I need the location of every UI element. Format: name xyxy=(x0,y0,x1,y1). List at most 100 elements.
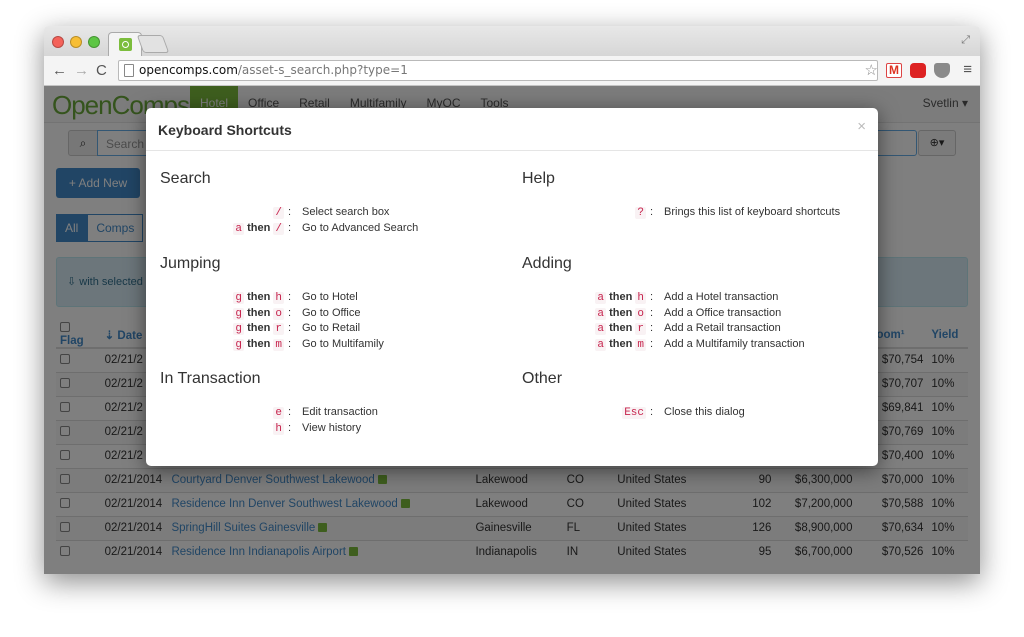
separator: : xyxy=(650,306,654,319)
key-code: ? xyxy=(635,207,646,219)
key-code: g xyxy=(233,307,245,320)
section-search: Search /: Select search box a then /: Go to … xyxy=(160,170,418,237)
shortcut-description: Go to Retail xyxy=(302,322,361,334)
page-icon xyxy=(124,64,134,77)
zoom-window-button[interactable] xyxy=(88,36,100,48)
key-code: h xyxy=(273,292,284,304)
shortcut-description: Go to Office xyxy=(302,306,361,319)
shortcut-description: Edit transaction xyxy=(302,406,378,418)
shortcut-keys: a then r xyxy=(522,322,650,338)
then-label: then xyxy=(247,337,271,350)
key-code: Esc xyxy=(622,407,646,419)
keyboard-shortcuts-dialog: Keyboard Shortcuts × Search /: Select sear… xyxy=(146,108,878,466)
browser-menu-icon[interactable]: ≡ xyxy=(963,61,972,78)
shortcut-keys: a then o xyxy=(522,307,650,323)
section-in-transaction: In Transaction e: Edit transaction h: View h… xyxy=(160,370,378,437)
shortcut-description: Go to Advanced Search xyxy=(302,221,419,234)
section-title: Search xyxy=(160,170,211,187)
shortcut-row: ?: Brings this list of keyboard shortcuts xyxy=(522,206,840,222)
shortcut-row: a then /: Go to Advanced Search xyxy=(160,222,418,238)
close-icon[interactable]: × xyxy=(857,118,866,135)
shortcut-description: Add a Hotel transaction xyxy=(664,291,779,303)
then-label: then xyxy=(609,337,633,350)
shortcut-description: View history xyxy=(302,421,362,434)
section-jumping: Jumping g then h: Go to Hotel g then o: Go t… xyxy=(160,255,384,353)
separator: : xyxy=(288,291,292,303)
separator: : xyxy=(650,406,654,418)
then-label: then xyxy=(609,322,633,334)
modal-title: Keyboard Shortcuts xyxy=(158,122,292,138)
key-code: h xyxy=(273,422,284,435)
url-host: opencomps.com xyxy=(139,63,238,77)
separator: : xyxy=(650,337,654,350)
forward-icon[interactable]: → xyxy=(74,62,89,79)
shortcut-keys: / xyxy=(160,206,288,222)
key-code: / xyxy=(273,222,284,235)
shortcut-keys: a then h xyxy=(522,291,650,307)
separator: : xyxy=(288,421,292,434)
then-label: then xyxy=(247,221,271,234)
key-code: e xyxy=(273,407,284,419)
key-code: a xyxy=(595,292,607,304)
shortcut-row: a then m: Add a Multifamily transaction xyxy=(522,338,805,354)
pocket-extension-icon[interactable] xyxy=(934,63,950,78)
shortcut-row: g then o: Go to Office xyxy=(160,307,384,323)
key-code: m xyxy=(635,338,646,351)
separator: : xyxy=(288,337,292,350)
section-help: Help?: Brings this list of keyboard short… xyxy=(522,170,840,222)
url-path: /asset-s_search.php?type=1 xyxy=(237,63,408,77)
shortcut-keys: g then h xyxy=(160,291,288,307)
shortcut-description: Select search box xyxy=(302,206,390,218)
section-title: Jumping xyxy=(160,255,221,272)
section-title: In Transaction xyxy=(160,370,261,387)
section-title: Other xyxy=(522,370,563,387)
key-code: / xyxy=(273,207,284,219)
bookmark-star-icon[interactable]: ☆ xyxy=(865,61,878,79)
separator: : xyxy=(650,206,654,218)
shortcut-row: g then m: Go to Multifamily xyxy=(160,338,384,354)
red-extension-icon[interactable] xyxy=(910,63,926,78)
modal-header: Keyboard Shortcuts × xyxy=(146,108,878,151)
key-code: h xyxy=(635,292,646,304)
back-icon[interactable]: ← xyxy=(52,62,67,79)
separator: : xyxy=(650,291,654,303)
key-code: a xyxy=(595,307,607,320)
fullscreen-icon[interactable]: ⤢ xyxy=(961,34,970,47)
shortcut-keys: Esc xyxy=(522,406,650,422)
shortcut-keys: g then o xyxy=(160,307,288,323)
new-tab-button[interactable] xyxy=(136,35,170,53)
minimize-window-button[interactable] xyxy=(70,36,82,48)
key-code: m xyxy=(273,338,284,351)
shortcut-description: Add a Office transaction xyxy=(664,306,782,319)
separator: : xyxy=(288,206,292,218)
reload-icon[interactable]: C xyxy=(96,62,107,79)
shortcut-row: a then r: Add a Retail transaction xyxy=(522,322,805,338)
key-code: a xyxy=(233,222,245,235)
shortcut-description: Brings this list of keyboard shortcuts xyxy=(664,206,841,218)
shortcut-keys: e xyxy=(160,406,288,422)
shortcut-keys: ? xyxy=(522,206,650,222)
shortcut-row: a then h: Add a Hotel transaction xyxy=(522,291,805,307)
shortcut-description: Go to Multifamily xyxy=(302,337,384,350)
separator: : xyxy=(288,322,292,334)
key-code: o xyxy=(635,307,646,320)
shortcut-keys: g then m xyxy=(160,338,288,354)
title-bar: ⤢ xyxy=(44,26,980,56)
then-label: then xyxy=(609,306,633,319)
gmail-extension-icon[interactable] xyxy=(886,63,902,78)
section-adding: Adding a then h: Add a Hotel transaction a … xyxy=(522,255,805,353)
shortcut-keys: a then m xyxy=(522,338,650,354)
shortcut-description: Go to Hotel xyxy=(302,291,358,303)
section-title: Adding xyxy=(522,255,572,272)
section-other: Other Esc: Close this dialog xyxy=(522,370,745,422)
shortcut-row: g then h: Go to Hotel xyxy=(160,291,384,307)
url-bar[interactable]: opencomps.com/asset-s_search.php?type=1 xyxy=(118,60,878,81)
close-window-button[interactable] xyxy=(52,36,64,48)
key-code: g xyxy=(233,323,245,335)
separator: : xyxy=(288,406,292,418)
shortcut-keys: h xyxy=(160,422,288,438)
key-code: o xyxy=(273,307,284,320)
browser-window: ⤢ ← → C opencomps.com/asset-s_search.php… xyxy=(44,26,980,574)
shortcut-description: Close this dialog xyxy=(664,406,745,418)
then-label: then xyxy=(247,291,271,303)
